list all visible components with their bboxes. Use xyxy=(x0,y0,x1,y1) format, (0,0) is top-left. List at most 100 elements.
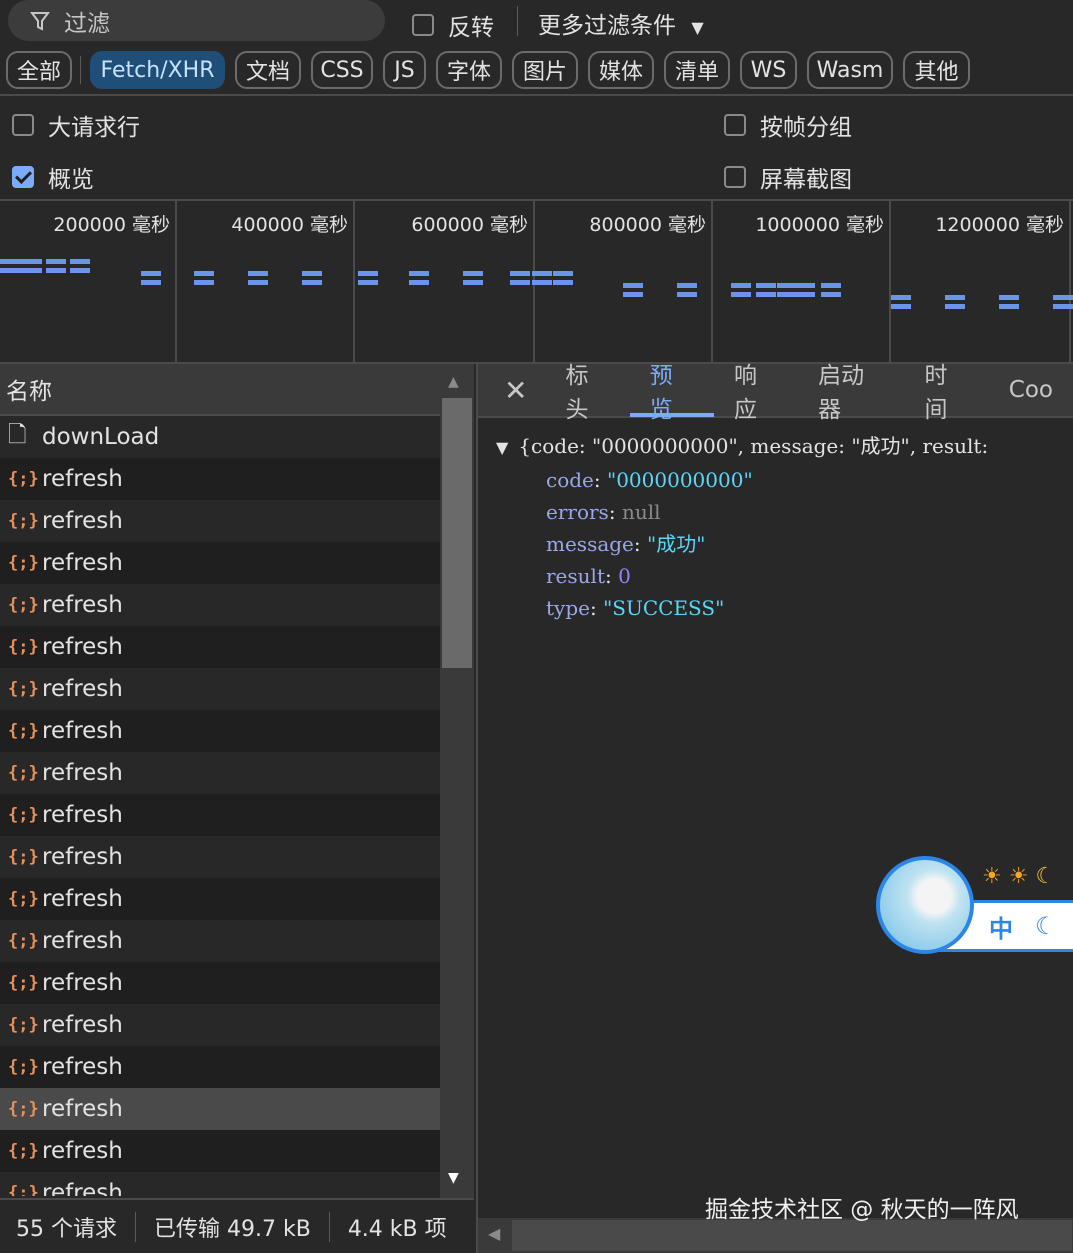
expand-triangle-icon[interactable]: ▼ xyxy=(496,438,508,457)
screenshots-option[interactable]: 屏幕截图 xyxy=(724,160,852,194)
group-by-frame-checkbox[interactable] xyxy=(724,114,746,136)
invert-label: 反转 xyxy=(448,15,494,41)
invert-checkbox-box[interactable] xyxy=(412,14,434,36)
xhr-icon: {;} xyxy=(8,595,39,615)
request-name: refresh xyxy=(42,802,123,828)
tab-3[interactable]: 启动器 xyxy=(798,363,904,423)
invert-checkbox[interactable]: 反转 xyxy=(412,8,494,42)
request-name: refresh xyxy=(42,1054,123,1080)
request-row[interactable]: {;} refresh xyxy=(0,668,440,710)
tab-5[interactable]: Coo xyxy=(989,363,1073,417)
chip-7[interactable]: 媒体 xyxy=(588,51,654,89)
xhr-icon: {;} xyxy=(8,1141,39,1161)
json-field: code: "0000000000" xyxy=(496,464,1073,496)
request-row[interactable]: {;} refresh xyxy=(0,1046,440,1088)
close-icon[interactable]: ✕ xyxy=(478,363,545,417)
request-name: refresh xyxy=(42,1138,123,1164)
timeline-request-mark xyxy=(891,295,911,309)
more-filters-dropdown[interactable]: 更多过滤条件 ▼ xyxy=(538,6,704,40)
json-key: message xyxy=(546,532,634,556)
tab-4[interactable]: 时间 xyxy=(905,363,989,423)
request-row[interactable]: {;} refresh xyxy=(0,794,440,836)
json-key: type xyxy=(546,596,590,620)
request-name: refresh xyxy=(42,928,123,954)
xhr-icon: {;} xyxy=(8,763,39,783)
request-count: 55 个请求 xyxy=(16,1216,117,1242)
chip-5[interactable]: 字体 xyxy=(436,51,502,89)
divider xyxy=(80,56,81,84)
timeline-request-mark xyxy=(302,271,322,285)
request-name: refresh xyxy=(42,508,123,534)
filter-input[interactable]: 过滤 xyxy=(8,0,385,41)
chip-9[interactable]: WS xyxy=(740,51,797,89)
chip-1[interactable]: Fetch/XHR xyxy=(90,51,225,89)
scrollbar-thumb[interactable] xyxy=(442,398,472,668)
request-row[interactable]: {;} refresh xyxy=(0,584,440,626)
request-row[interactable]: {;} refresh xyxy=(0,878,440,920)
json-value: null xyxy=(621,500,661,524)
tab-1[interactable]: 预览 xyxy=(629,363,714,423)
chip-3[interactable]: CSS xyxy=(311,51,373,89)
chip-2[interactable]: 文档 xyxy=(235,51,301,89)
request-row[interactable]: {;} refresh xyxy=(0,962,440,1004)
timeline-request-mark xyxy=(777,283,797,297)
json-value: "成功" xyxy=(647,532,706,556)
scrollbar-thumb[interactable] xyxy=(512,1220,1072,1251)
overview-checkbox[interactable] xyxy=(12,166,34,188)
chip-6[interactable]: 图片 xyxy=(512,51,578,89)
request-row[interactable]: {;} refresh xyxy=(0,626,440,668)
request-name: refresh xyxy=(42,844,123,870)
timeline-tick-label: 1000000 毫秒 xyxy=(755,214,884,236)
xhr-icon: {;} xyxy=(8,637,39,657)
tab-0[interactable]: 标头 xyxy=(545,363,629,423)
tab-2[interactable]: 响应 xyxy=(714,363,798,423)
request-name: refresh xyxy=(42,592,123,618)
chip-4[interactable]: JS xyxy=(383,51,426,89)
group-by-frame-option[interactable]: 按帧分组 xyxy=(724,108,852,142)
scroll-up-icon[interactable]: ▲ xyxy=(448,374,459,390)
timeline-request-mark xyxy=(409,271,429,285)
timeline-tick-label: 600000 毫秒 xyxy=(411,214,528,236)
scroll-down-icon[interactable]: ▼ xyxy=(448,1170,459,1186)
request-row[interactable]: 🗋 downLoad xyxy=(0,416,440,458)
xhr-icon: {;} xyxy=(8,973,39,993)
chip-8[interactable]: 清单 xyxy=(664,51,730,89)
timeline-request-mark xyxy=(358,271,378,285)
timeline-request-mark xyxy=(795,283,815,297)
request-row[interactable]: {;} refresh xyxy=(0,1088,440,1130)
overview-option[interactable]: 概览 xyxy=(12,160,94,194)
request-row[interactable]: {;} refresh xyxy=(0,752,440,794)
timeline-request-mark xyxy=(1053,295,1073,309)
big-rows-option[interactable]: 大请求行 xyxy=(12,108,140,142)
request-row[interactable]: {;} refresh xyxy=(0,836,440,878)
screenshots-checkbox[interactable] xyxy=(724,166,746,188)
json-root[interactable]: ▼ {code: "0000000000", message: "成功", res… xyxy=(496,430,1073,464)
scroll-left-icon[interactable]: ◀ xyxy=(488,1224,500,1243)
json-preview: ▼ {code: "0000000000", message: "成功", res… xyxy=(478,418,1073,624)
chip-10[interactable]: Wasm xyxy=(807,51,893,89)
resources-size: 4.4 kB 项 xyxy=(347,1216,447,1242)
request-row[interactable]: {;} refresh xyxy=(0,710,440,752)
request-row[interactable]: {;} refresh xyxy=(0,542,440,584)
json-field: type: "SUCCESS" xyxy=(496,592,1073,624)
request-row[interactable]: {;} refresh xyxy=(0,920,440,962)
big-rows-checkbox[interactable] xyxy=(12,114,34,136)
overview-timeline[interactable]: 200000 毫秒 400000 毫秒 600000 毫秒 800000 毫秒 1000… xyxy=(0,201,1073,362)
request-name: downLoad xyxy=(42,424,160,450)
ime-mode: 中 xyxy=(989,914,1013,943)
chip-0[interactable]: 全部 xyxy=(6,51,72,89)
request-row[interactable]: {;} refresh xyxy=(0,1004,440,1046)
details-tabs: ✕ 标头 预览 响应 启动器 时间 Coo xyxy=(478,363,1073,423)
avatar[interactable] xyxy=(876,856,974,954)
request-list: 名称 🗋 downLoad {;} refresh {;} refresh {;} refre… xyxy=(0,364,440,1196)
request-name: refresh xyxy=(42,970,123,996)
request-row[interactable]: {;} refresh xyxy=(0,458,440,500)
request-name: refresh xyxy=(42,1180,123,1196)
request-row[interactable]: {;} refresh xyxy=(0,500,440,542)
json-colon: : xyxy=(589,596,604,620)
request-row[interactable]: {;} refresh xyxy=(0,1172,440,1196)
name-column-header[interactable]: 名称 xyxy=(0,364,440,416)
request-row[interactable]: {;} refresh xyxy=(0,1130,440,1172)
chip-11[interactable]: 其他 xyxy=(903,51,970,89)
json-colon: : xyxy=(593,468,607,492)
